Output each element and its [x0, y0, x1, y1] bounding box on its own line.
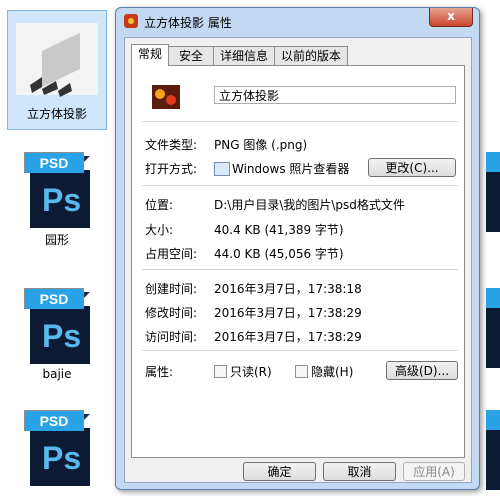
- close-button[interactable]: x: [429, 8, 473, 27]
- partial-file-icon: [486, 152, 500, 172]
- modified-value: 2016年3月7日，17:38:29: [214, 306, 362, 320]
- advanced-button[interactable]: 高级(D)...: [386, 361, 458, 380]
- size-value: 40.4 KB (41,389 字节): [214, 223, 344, 237]
- tab-details[interactable]: 详细信息: [213, 46, 276, 65]
- dialog-client-area: 常规 安全 详细信息 以前的版本 立方体投影 文件类型: PNG 图像 (.pn…: [124, 37, 472, 483]
- readonly-checkbox[interactable]: [214, 365, 227, 378]
- hidden-label[interactable]: 隐藏(H): [311, 363, 353, 380]
- file-label: 立方体投影: [26, 107, 87, 121]
- attributes-label: 属性:: [145, 365, 174, 379]
- tab-strip: 常规 安全 详细信息 以前的版本: [131, 44, 349, 66]
- properties-dialog: 立方体投影 属性 x 常规 安全 详细信息 以前的版本 立方体投影 文件类型: …: [115, 7, 480, 490]
- divider: [142, 269, 458, 270]
- partial-file-icon: [486, 288, 500, 308]
- dialog-title: 立方体投影 属性: [144, 16, 232, 30]
- photo-viewer-icon: [214, 162, 230, 176]
- file-tile-selected[interactable]: 立方体投影: [7, 10, 107, 130]
- partial-file-icon: [486, 308, 500, 368]
- title-bar[interactable]: 立方体投影 属性 x: [116, 8, 479, 34]
- divider: [142, 185, 458, 186]
- created-label: 创建时间:: [145, 282, 198, 296]
- file-tile-psd[interactable]: PSD Ps: [7, 410, 107, 486]
- hidden-checkbox[interactable]: [295, 365, 308, 378]
- divider: [142, 121, 458, 122]
- location-label: 位置:: [145, 198, 174, 212]
- ok-button[interactable]: 确定: [243, 462, 316, 481]
- location-value: D:\用户目录\我的图片\psd格式文件: [214, 198, 405, 212]
- open-with-value: Windows 照片查看器: [232, 162, 350, 176]
- psd-file-icon: PSD Ps: [24, 410, 90, 486]
- accessed-value: 2016年3月7日，17:38:29: [214, 330, 362, 344]
- accessed-label: 访问时间:: [145, 330, 198, 344]
- type-label: 文件类型:: [145, 138, 198, 152]
- type-value: PNG 图像 (.png): [214, 138, 308, 152]
- partial-file-icon: [486, 172, 500, 232]
- image-file-icon: [124, 14, 138, 28]
- file-thumbnail-icon: [152, 85, 180, 109]
- psd-file-icon: PSD Ps: [24, 288, 90, 364]
- tab-security[interactable]: 安全: [168, 46, 215, 65]
- divider: [142, 350, 458, 351]
- tab-general[interactable]: 常规: [131, 44, 170, 66]
- file-tile-psd[interactable]: PSD Ps bajie: [7, 288, 107, 381]
- file-label: bajie: [42, 367, 72, 381]
- general-panel: 立方体投影 文件类型: PNG 图像 (.png) 打开方式: Windows …: [131, 65, 465, 458]
- tab-previous-versions[interactable]: 以前的版本: [274, 46, 349, 65]
- readonly-label[interactable]: 只读(R): [230, 363, 272, 380]
- partial-file-icon: [486, 430, 500, 490]
- file-tile-psd[interactable]: PSD Ps 园形: [7, 152, 107, 248]
- partial-file-icon: [486, 410, 500, 430]
- open-with-label: 打开方式:: [145, 162, 198, 176]
- modified-label: 修改时间:: [145, 306, 198, 320]
- disk-size-label: 占用空间:: [145, 247, 198, 261]
- psd-file-icon: PSD Ps: [24, 152, 90, 228]
- cancel-button[interactable]: 取消: [323, 462, 396, 481]
- apply-button[interactable]: 应用(A): [403, 462, 465, 481]
- created-value: 2016年3月7日，17:38:18: [214, 282, 362, 296]
- file-label: 园形: [44, 233, 69, 247]
- close-icon: x: [447, 9, 455, 23]
- change-button[interactable]: 更改(C)...: [368, 158, 456, 177]
- cube-shadow-thumbnail: [16, 23, 98, 97]
- disk-size-value: 44.0 KB (45,056 字节): [214, 247, 344, 261]
- file-name-field[interactable]: 立方体投影: [214, 86, 456, 104]
- size-label: 大小:: [145, 223, 174, 237]
